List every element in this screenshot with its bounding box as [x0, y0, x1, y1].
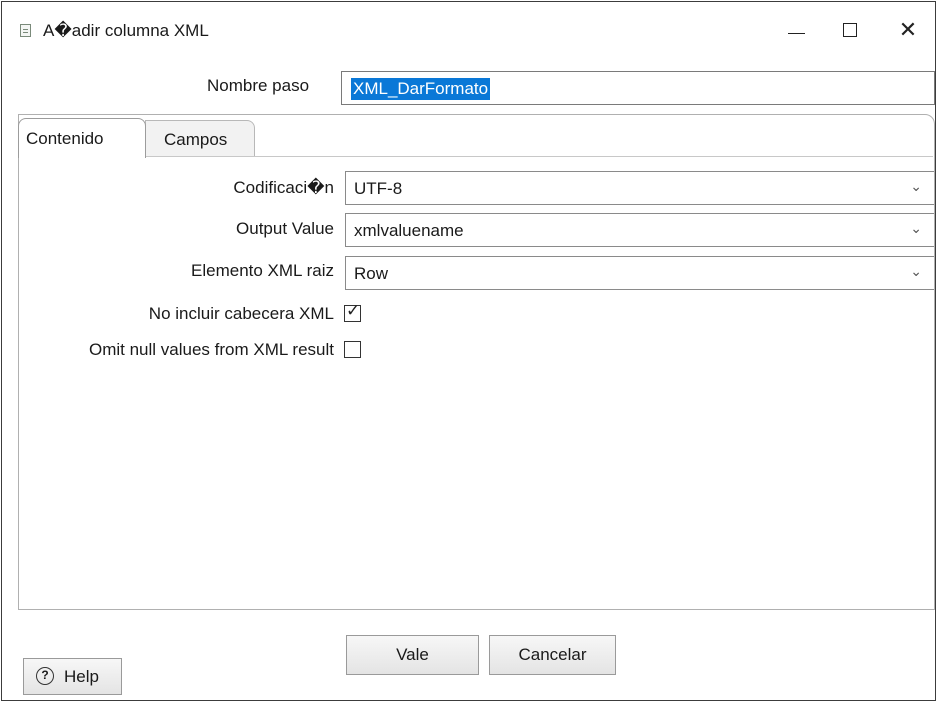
tab-container: Contenido Campos [18, 114, 937, 614]
window-title: A�adir columna XML [43, 21, 209, 40]
close-button[interactable]: ✕ [886, 12, 930, 48]
tab-contenido[interactable]: Contenido [18, 118, 146, 158]
dialog-window: A�adir columna XML ✕ Nombre paso XML_Dar… [1, 1, 936, 701]
close-icon: ✕ [898, 17, 918, 42]
tab-contenido-label: Contenido [26, 129, 104, 148]
help-label: Help [64, 667, 99, 686]
tab-campos-label: Campos [164, 130, 228, 149]
maximize-button[interactable] [830, 12, 874, 48]
step-name-value: XML_DarFormato [351, 78, 491, 100]
tab-campos[interactable]: Campos [145, 120, 255, 156]
document-icon [20, 24, 31, 37]
step-name-label: Nombre paso [207, 76, 310, 95]
title-bar: A�adir columna XML ✕ [2, 2, 935, 58]
tab-panel-frame [18, 114, 935, 610]
step-name-input[interactable]: XML_DarFormato [341, 71, 935, 105]
ok-button[interactable]: Vale [346, 635, 479, 675]
cancel-button[interactable]: Cancelar [489, 635, 616, 675]
minimize-button[interactable] [776, 12, 820, 48]
help-icon: ? [36, 667, 54, 685]
help-button[interactable]: ? Help [23, 658, 122, 695]
